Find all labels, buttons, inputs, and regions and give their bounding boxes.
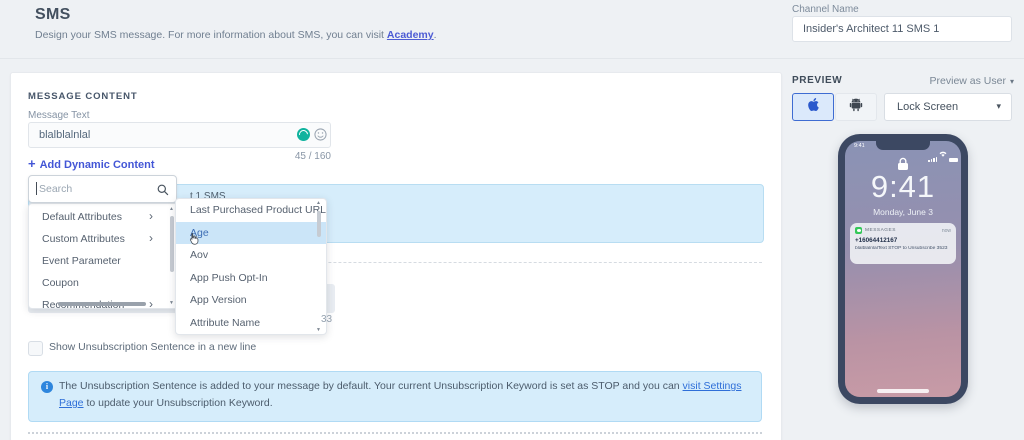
cursor-pointer-icon <box>187 232 200 251</box>
sms-channel-builder: SMS Design your SMS message. For more in… <box>0 0 1024 440</box>
info-icon: i <box>41 381 53 393</box>
search-icon <box>157 183 169 201</box>
menu-item-custom-attributes[interactable]: Custom Attributes › <box>29 228 179 250</box>
panel-bottom-separator <box>28 432 762 434</box>
submenu-item-attribute-name[interactable]: Attribute Name <box>176 312 326 335</box>
screen-mode-select[interactable]: Lock Screen ▾ <box>884 93 1012 121</box>
notification-timestamp: now <box>942 228 951 234</box>
sms-notification-card: MESSAGES now +16064412167 blalblalnlalTe… <box>850 223 956 264</box>
page-title: SMS <box>35 6 71 24</box>
show-unsubscription-new-line-label: Show Unsubscription Sentence in a new li… <box>49 341 256 353</box>
chevron-right-icon: › <box>149 209 153 223</box>
lock-screen-time: 9:41 <box>845 169 961 205</box>
notification-app-name: MESSAGES <box>865 228 942 233</box>
chevron-right-icon: › <box>149 297 153 309</box>
notification-sender: +16064412167 <box>855 237 951 244</box>
char-progress-indicator-icon <box>297 128 310 141</box>
chevron-down-icon: ▾ <box>996 101 1001 112</box>
info-text-suffix: to update your Unsubscription Keyword. <box>84 397 273 409</box>
preview-mode-label: Preview as User <box>930 75 1006 87</box>
submenu-item-last-purchased-product-url[interactable]: Last Purchased Product URL <box>176 199 326 222</box>
show-unsubscription-new-line-checkbox[interactable] <box>28 341 43 356</box>
attribute-submenu: Last Purchased Product URL Age Aov App P… <box>175 198 327 335</box>
unsubscription-char-counter: 33 <box>321 314 332 325</box>
plus-icon: + <box>28 156 36 171</box>
menu-item-event-parameter[interactable]: Event Parameter <box>29 250 179 272</box>
scrollbar-thumb[interactable] <box>170 216 174 272</box>
channel-name-label: Channel Name <box>792 4 859 15</box>
header-divider <box>0 58 1024 59</box>
status-bar-icons <box>928 144 958 162</box>
search-input[interactable] <box>35 177 153 201</box>
scroll-down-icon[interactable]: ▼ <box>316 327 321 333</box>
preview-section-title: PREVIEW <box>792 75 842 86</box>
message-text-input[interactable] <box>28 122 331 148</box>
scroll-up-icon[interactable]: ▲ <box>316 200 321 206</box>
chevron-right-icon: › <box>149 231 153 245</box>
wifi-icon <box>939 144 947 162</box>
preview-mode-selector[interactable]: Preview as User ▾ <box>880 75 1014 87</box>
screen-mode-value: Lock Screen <box>897 101 958 113</box>
page-subtitle: Design your SMS message. For more inform… <box>35 29 437 41</box>
submenu-item-app-push-opt-in[interactable]: App Push Opt-In <box>176 267 326 290</box>
unsubscription-info-text: The Unsubscription Sentence is added to … <box>59 378 751 412</box>
lock-screen-date: Monday, June 3 <box>845 207 961 217</box>
signal-icon <box>928 157 937 162</box>
android-preview-button[interactable] <box>835 93 877 121</box>
battery-icon <box>949 158 958 162</box>
menu-item-label: Event Parameter <box>42 255 121 267</box>
academy-link[interactable]: Academy <box>387 29 434 41</box>
add-dynamic-content-label: Add Dynamic Content <box>40 159 155 171</box>
page-subtitle-text: Design your SMS message. For more inform… <box>35 29 387 41</box>
notification-message: blalblalnlalText STOP to Unsubscribe 352… <box>855 246 951 251</box>
emoji-icon[interactable] <box>314 128 327 141</box>
dynamic-content-category-menu: Default Attributes › Custom Attributes › E… <box>28 203 180 309</box>
menu-item-label: Custom Attributes <box>42 233 125 245</box>
ios-preview-button[interactable] <box>792 93 834 121</box>
page-subtitle-suffix: . <box>434 29 437 41</box>
channel-name-input[interactable] <box>792 16 1012 42</box>
messages-app-icon <box>855 227 862 234</box>
phone-notch <box>876 141 930 150</box>
scroll-down-icon[interactable]: ▼ <box>169 300 174 306</box>
scrollbar-thumb[interactable] <box>317 211 321 237</box>
submenu-item-app-version[interactable]: App Version <box>176 289 326 312</box>
menu-item-coupon[interactable]: Coupon <box>29 272 179 294</box>
info-text-prefix: The Unsubscription Sentence is added to … <box>59 380 683 392</box>
chevron-down-icon: ▾ <box>1010 77 1014 86</box>
android-icon <box>849 97 863 117</box>
message-content-section-title: MESSAGE CONTENT <box>28 91 138 102</box>
menu-item-default-attributes[interactable]: Default Attributes › <box>29 206 179 228</box>
status-bar-time: 9:41 <box>854 143 865 149</box>
scroll-up-icon[interactable]: ▲ <box>169 206 174 212</box>
apple-icon <box>807 97 820 117</box>
add-dynamic-content-button[interactable]: + Add Dynamic Content <box>28 156 155 171</box>
menu-item-label: Coupon <box>42 277 79 289</box>
char-counter: 45 / 160 <box>250 151 331 162</box>
message-text-label: Message Text <box>28 110 90 121</box>
horizontal-scrollbar-thumb[interactable] <box>58 302 146 306</box>
home-indicator <box>877 389 929 393</box>
dynamic-content-search[interactable] <box>28 175 177 203</box>
attribute-submenu-scrollbar[interactable]: ▲ ▼ <box>317 202 322 331</box>
menu-item-label: Default Attributes <box>42 211 122 223</box>
